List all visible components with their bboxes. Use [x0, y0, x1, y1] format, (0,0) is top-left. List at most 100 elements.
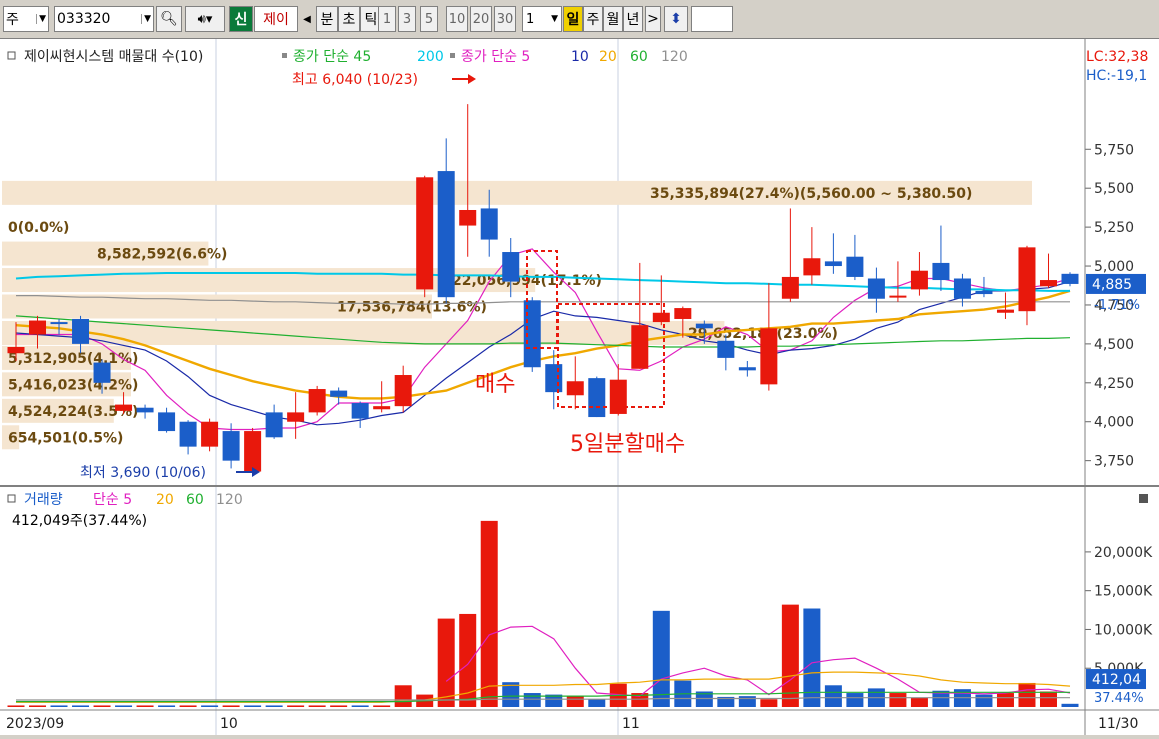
price-tick-label: 5,750	[1094, 142, 1134, 158]
candle-body	[201, 421, 219, 447]
period-1[interactable]: 1	[378, 6, 396, 32]
close-panel-icon[interactable]	[1139, 494, 1148, 503]
current-price-label: 4,885	[1092, 277, 1132, 293]
unit-minute[interactable]: 분	[316, 6, 338, 32]
candle-body	[7, 346, 25, 354]
period-20[interactable]: 20	[470, 6, 492, 32]
volume-tick-label: 20,000K	[1094, 545, 1153, 561]
period-5[interactable]: 5	[420, 6, 438, 32]
candle-body	[480, 208, 498, 240]
candle-body	[330, 390, 348, 397]
candle-body	[287, 412, 305, 422]
candle-body	[717, 340, 735, 358]
volume-tick-label: 15,000K	[1094, 584, 1153, 600]
market-select[interactable]: 주 ▼	[3, 6, 49, 32]
search-button[interactable]: 🔍︎	[156, 6, 182, 32]
unit-month[interactable]: 월	[603, 6, 623, 32]
unit-week[interactable]: 주	[583, 6, 603, 32]
updown-arrow-icon[interactable]: ⬍	[664, 6, 688, 32]
volume-legend-ma5: 단순 5	[93, 492, 132, 508]
unit-second[interactable]: 초	[338, 6, 360, 32]
candle-body	[1039, 280, 1057, 287]
extra-input[interactable]	[691, 6, 733, 32]
candle-body	[609, 379, 627, 414]
legend-bullet-icon	[450, 53, 455, 58]
candle-body	[50, 322, 68, 325]
unit-year[interactable]: 년	[623, 6, 643, 32]
candle-body	[545, 364, 563, 393]
code-input[interactable]: 033320 ▼	[54, 6, 154, 32]
candle-body	[222, 431, 240, 461]
volume-profile-label: 17,536,784(13.6%)	[337, 300, 487, 316]
candle-body	[394, 375, 412, 407]
price-tick-label: 3,750	[1094, 454, 1134, 470]
candle-body	[308, 389, 326, 413]
volume-legend-ma120: 120	[216, 492, 243, 508]
candle-body	[459, 209, 477, 226]
candle-body	[846, 256, 864, 277]
volume-bar	[179, 705, 197, 707]
candle-body	[115, 404, 133, 411]
volume-bar	[889, 693, 907, 707]
speaker-icon: 🔊︎▾	[197, 11, 213, 27]
price-volume-chart[interactable]: 0(0.0%)8,582,592(6.6%)22,056,994(17.1%)1…	[0, 39, 1159, 735]
volume-bar	[652, 610, 670, 707]
period-10[interactable]: 10	[446, 6, 468, 32]
new-button[interactable]: 신	[229, 6, 253, 32]
candle-body	[631, 325, 649, 369]
hc-label: HC:-19,1	[1086, 68, 1147, 84]
volume-bar	[996, 693, 1014, 707]
volume-bar	[93, 705, 111, 707]
volume-profile-label: 8,582,592(6.6%)	[97, 247, 227, 263]
period-count-select[interactable]: 1 ▼	[522, 6, 562, 32]
candle-body	[910, 270, 928, 290]
candle-body	[738, 367, 756, 371]
volume-bar	[115, 705, 133, 707]
volume-bar	[1039, 691, 1057, 707]
high-note: 최고 6,040 (10/23)	[292, 72, 418, 88]
candle-body	[437, 171, 455, 298]
current-change-label: -1.71%	[1094, 298, 1140, 313]
chevron-down-icon: ▼	[551, 14, 558, 24]
stock-name-field[interactable]: 제이	[254, 6, 298, 32]
volume-bar	[1018, 682, 1036, 707]
volume-tick-label: 10,000K	[1094, 622, 1153, 638]
volume-bar	[201, 705, 219, 707]
search-icon: 🔍︎	[160, 11, 178, 27]
current-volume-label: 412,04	[1092, 672, 1141, 688]
split-buy-label: 5일분할매수	[570, 432, 685, 457]
chart-area[interactable]: 0(0.0%) 8,582,592(6.6%) 22,056,994(17.1%) 1…	[0, 38, 1159, 735]
period-3[interactable]: 3	[398, 6, 416, 32]
volume-profile-label: 5,416,023(4.2%)	[8, 377, 138, 393]
legend-ma60: 60	[630, 49, 648, 65]
legend-ma45: 종가 단순 45	[293, 49, 371, 65]
candle-body	[179, 421, 197, 447]
candle-body	[265, 412, 283, 438]
legend-ma120: 120	[661, 49, 688, 65]
candle-body	[695, 323, 713, 329]
candle-body	[674, 308, 692, 319]
code-value: 033320	[57, 11, 111, 27]
period-30[interactable]: 30	[494, 6, 516, 32]
next-button[interactable]: >	[645, 6, 661, 32]
price-tick-label: 5,000	[1094, 259, 1134, 275]
volume-bar	[351, 705, 369, 707]
candle-body	[824, 261, 842, 267]
sound-button[interactable]: 🔊︎▾	[185, 6, 225, 32]
volume-bar	[588, 699, 606, 707]
price-legend-title: 제이씨현시스템 매물대 수(10)	[24, 49, 203, 65]
legend-ma45-val: 200	[417, 49, 444, 65]
date-label-end: 11/30	[1098, 716, 1138, 732]
unit-day-active[interactable]: 일	[563, 6, 583, 32]
candle-body	[29, 320, 47, 335]
volume-bar	[480, 520, 498, 707]
volume-legend-title: 거래량	[24, 492, 63, 508]
volume-bar	[824, 685, 842, 707]
price-tick-label: 4,500	[1094, 337, 1134, 353]
date-label-start: 2023/09	[6, 716, 64, 732]
prev-arrow-icon[interactable]: ◀	[300, 6, 314, 32]
price-tick-label: 5,500	[1094, 181, 1134, 197]
volume-bar	[566, 696, 584, 707]
price-tick-label: 4,000	[1094, 415, 1134, 431]
lc-label: LC:32,38	[1086, 49, 1148, 65]
